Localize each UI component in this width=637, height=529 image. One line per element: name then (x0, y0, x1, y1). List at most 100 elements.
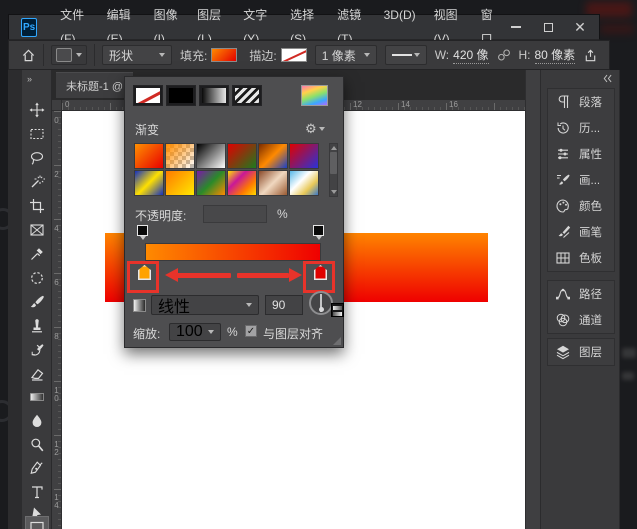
scroll-down-icon[interactable] (331, 190, 337, 194)
dock-item-channels[interactable]: 通道 (548, 307, 614, 333)
ruler-left-label: 12 (52, 440, 60, 456)
layers-icon (555, 344, 571, 360)
ruler-top-label: 12 (353, 101, 362, 109)
rectangle-tool[interactable] (25, 516, 49, 529)
stroke-swatch[interactable] (281, 48, 307, 62)
color-picker-swatch[interactable] (301, 85, 328, 106)
stroke-width-select[interactable]: 1 像素 (315, 45, 377, 65)
stroke-style-select[interactable] (385, 45, 427, 65)
rectangular-marquee-icon (29, 126, 45, 142)
dock-item-label: 色板 (579, 250, 602, 266)
fill-swatch[interactable] (211, 48, 237, 62)
gradient-preset-7[interactable] (134, 170, 164, 196)
align-with-layer-checkbox[interactable]: ✓ (245, 325, 257, 337)
tool-preset-picker[interactable] (51, 45, 87, 65)
gradient-preset-4[interactable] (227, 143, 257, 169)
stroke-label: 描边: (249, 47, 276, 64)
presets-scrollbar[interactable] (329, 143, 338, 197)
dock-item-paths[interactable]: 路径 (548, 281, 614, 307)
gradient-preset-12[interactable] (289, 170, 319, 196)
pattern-button[interactable] (232, 85, 262, 106)
pen-tool[interactable] (25, 457, 49, 479)
angle-dial[interactable] (309, 291, 333, 315)
dock-item-brushes[interactable]: 画笔 (548, 219, 614, 245)
width-label: W: (435, 48, 449, 62)
gradient-preset-9[interactable] (196, 170, 226, 196)
dock-item-history[interactable]: 历... (548, 115, 614, 141)
photoshop-logo: Ps (21, 18, 37, 37)
gradient-preset-6[interactable] (289, 143, 319, 169)
width-value[interactable]: 420 像 (453, 46, 488, 64)
scale-select[interactable]: 100 (169, 323, 221, 341)
dock-item-swatches[interactable]: 色板 (548, 245, 614, 271)
gradient-button[interactable] (199, 85, 229, 106)
move-tool[interactable] (25, 99, 49, 121)
blur-tool[interactable] (25, 410, 49, 432)
height-value[interactable]: 80 像素 (535, 46, 576, 64)
opacity-stop-left[interactable] (137, 225, 148, 236)
gradient-preset-1[interactable] (134, 143, 164, 169)
link-dimensions-icon[interactable] (497, 48, 511, 62)
angle-value: 90 (272, 298, 285, 312)
gradient-preset-11[interactable] (258, 170, 288, 196)
history-brush-tool[interactable] (25, 339, 49, 361)
healing-brush-tool[interactable] (25, 267, 49, 289)
gradient-editor-bar[interactable] (145, 243, 321, 261)
gradient-tool[interactable] (25, 386, 49, 408)
magic-wand-tool[interactable] (25, 171, 49, 193)
dock-group-2: 路径通道 (547, 280, 615, 334)
eyedropper-icon (29, 246, 45, 262)
document-tab[interactable]: 未标题-1 @ (56, 72, 133, 98)
dock-collapse-icon[interactable] (601, 73, 613, 84)
eyedropper-tool[interactable] (25, 243, 49, 265)
magic-wand-icon (29, 174, 45, 190)
gradient-icon (29, 389, 45, 405)
gradient-preset-2[interactable] (165, 143, 195, 169)
home-icon[interactable] (21, 48, 36, 63)
eraser-tool[interactable] (25, 363, 49, 385)
gradient-preset-3[interactable] (196, 143, 226, 169)
lasso-tool[interactable] (25, 147, 49, 169)
dock-item-properties[interactable]: 属性 (548, 141, 614, 167)
gradient-style-select[interactable]: 线性 (151, 295, 259, 315)
angle-input[interactable]: 90 (265, 295, 303, 315)
opacity-input[interactable] (203, 205, 267, 223)
scroll-up-icon[interactable] (331, 146, 337, 150)
opacity-stop-right[interactable] (313, 225, 324, 236)
panel-settings[interactable]: ⚙ (305, 121, 325, 137)
dodge-tool[interactable] (25, 434, 49, 456)
toolbar-collapse-icon[interactable]: » (27, 74, 31, 84)
brush-tool[interactable] (25, 291, 49, 313)
blur-icon (29, 413, 45, 429)
gradient-preset-10[interactable] (227, 170, 257, 196)
ruler-top-label: 14 (401, 101, 410, 109)
close-icon[interactable]: ✕ (571, 19, 589, 35)
gradient-method-icon[interactable] (133, 299, 146, 312)
type-tool[interactable] (25, 481, 49, 503)
pasteboard (525, 70, 540, 529)
gradient-preset-5[interactable] (258, 143, 288, 169)
panel-resize-grip[interactable] (333, 337, 341, 345)
frame-tool[interactable] (25, 219, 49, 241)
rectangular-marquee-tool[interactable] (25, 123, 49, 145)
scrollbar-thumb[interactable] (330, 152, 337, 174)
reverse-gradient-icon[interactable] (331, 303, 344, 317)
align-with-layer-label: 与图层对齐 (263, 325, 323, 342)
clone-stamp-tool[interactable] (25, 315, 49, 337)
history-icon (555, 120, 571, 136)
solid-color-icon (169, 88, 193, 103)
minimize-icon[interactable] (507, 19, 525, 35)
ruler-left-label: 8 (52, 332, 60, 340)
tool-mode-select[interactable]: 形状 (102, 45, 172, 65)
solid-color-button[interactable] (166, 85, 196, 106)
gradient-preset-8[interactable] (165, 170, 195, 196)
maximize-icon[interactable] (539, 19, 557, 35)
dock-item-paragraph[interactable]: 段落 (548, 89, 614, 115)
lasso-icon (29, 150, 45, 166)
dock-item-brush-settings[interactable]: 画... (548, 167, 614, 193)
dock-item-layers[interactable]: 图层 (548, 339, 614, 365)
crop-tool[interactable] (25, 195, 49, 217)
no-color-button[interactable] (133, 85, 163, 106)
export-icon[interactable] (583, 48, 598, 63)
dock-item-color[interactable]: 颜色 (548, 193, 614, 219)
